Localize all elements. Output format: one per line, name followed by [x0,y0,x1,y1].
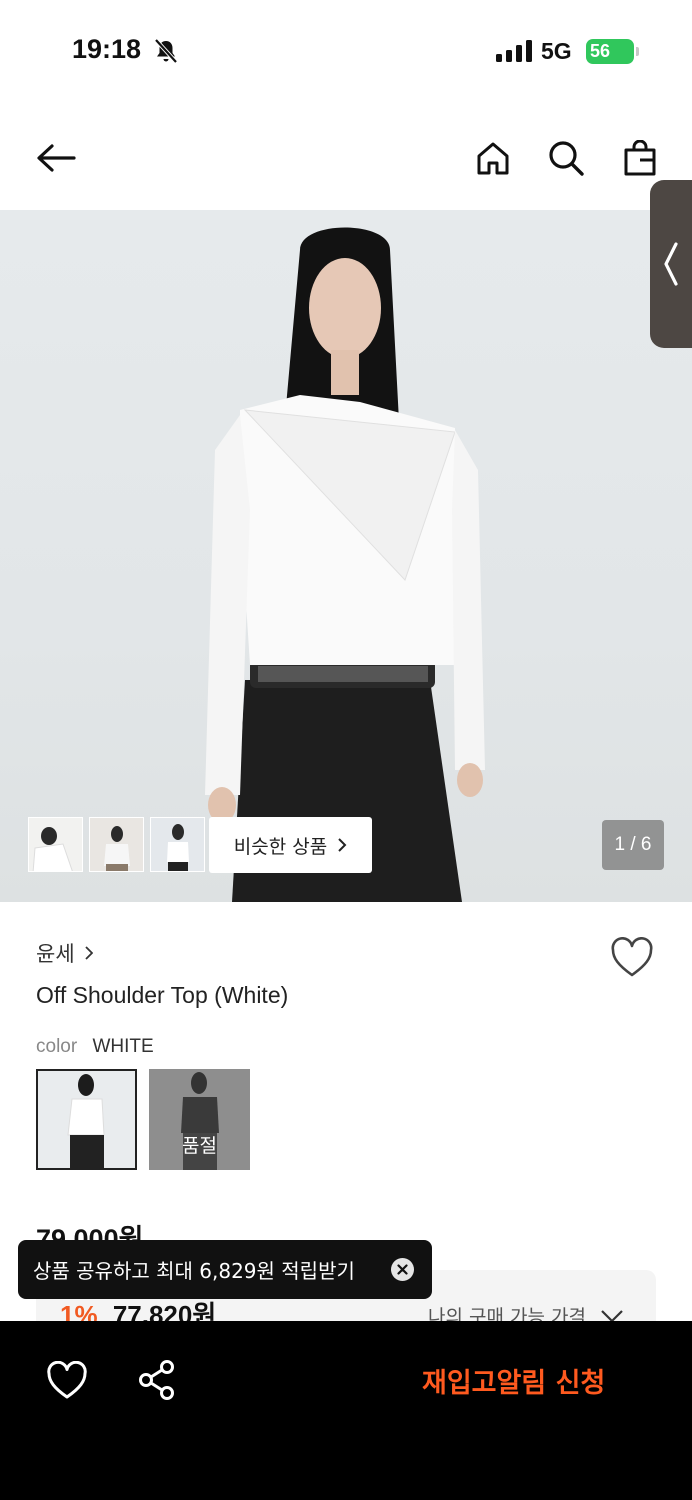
color-row: color WHITE [36,1036,154,1058]
color-label: color [36,1036,78,1057]
search-icon [549,141,584,176]
product-name: Off Shoulder Top (White) [36,982,289,1008]
restock-alert-button[interactable]: 재입고알림 신청 [422,1361,605,1400]
chevron-right-icon [85,946,93,960]
share-reward-toast[interactable]: 상품 공유하고 최대 6,829원 적립받기 [18,1240,432,1299]
battery-level: 56 [590,41,611,61]
search-button[interactable] [542,134,590,182]
soldout-badge: 품절 [182,1135,217,1157]
thumbnail-2[interactable] [89,817,144,872]
status-bar: 19:18 5G 56 [0,0,692,100]
shopping-bag-icon [624,140,656,176]
signal-icon [496,40,532,62]
top-nav [0,120,692,200]
thumbnail-strip [28,817,205,872]
bell-off-icon [154,38,178,64]
bottom-action-bar: 재입고알림 신청 [0,1321,692,1500]
similar-products-label: 비슷한 상품 [233,835,328,858]
swatch-black[interactable]: 품절 [149,1069,250,1170]
home-icon [477,142,509,175]
swatch-white[interactable] [36,1069,137,1170]
close-icon [397,1264,408,1275]
chevron-right-icon [338,838,347,852]
side-drawer-handle[interactable] [650,180,692,348]
thumbnail-1[interactable] [28,817,83,872]
model-photo [205,227,485,902]
color-swatches: 품절 [36,1069,250,1170]
similar-products-button[interactable]: 비슷한 상품 [209,817,372,873]
brand-link[interactable]: 윤세 [36,938,93,968]
share-icon[interactable] [136,1359,178,1401]
thumbnail-3[interactable] [150,817,205,872]
back-arrow-icon [37,144,76,172]
image-page-counter: 1 / 6 [602,820,664,870]
battery-icon: 56 [586,39,639,64]
status-time: 19:18 [72,34,142,64]
wishlist-heart-icon[interactable] [610,937,654,979]
cart-button[interactable] [616,134,664,182]
home-button[interactable] [469,134,517,182]
product-image[interactable]: 비슷한 상품 1 / 6 [0,210,692,902]
network-label: 5G [541,38,572,64]
toast-message: 상품 공유하고 최대 6,829원 적립받기 [33,1259,355,1283]
heart-icon[interactable] [46,1361,88,1401]
chevron-left-icon [664,242,678,286]
color-value: WHITE [92,1036,154,1057]
brand-name: 윤세 [36,942,75,966]
back-button[interactable] [32,134,80,182]
toast-close-button[interactable] [391,1258,414,1281]
